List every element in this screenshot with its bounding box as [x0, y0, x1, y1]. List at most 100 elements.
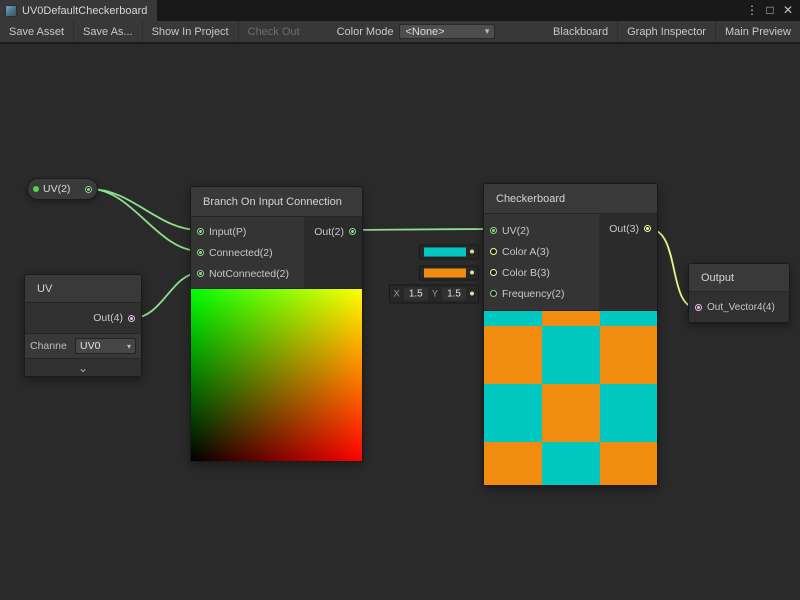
- port-checker-out3[interactable]: [644, 225, 651, 232]
- color-mode-dropdown[interactable]: <None> ▾: [399, 24, 495, 39]
- checker-cell: [484, 384, 542, 442]
- graph-canvas[interactable]: UV(2) UV Out(4) Channe UV0 ▾ ⌄ Branch On…: [0, 44, 800, 600]
- color-a-widget[interactable]: [419, 244, 479, 259]
- color-mode-value: <None>: [405, 26, 444, 38]
- checker-uv-label: UV(2): [502, 225, 529, 237]
- branch-outputs: Out(2): [304, 217, 362, 288]
- port-row-branch-out: Out(2): [304, 221, 362, 242]
- checkerboard-node-body: UV(2) Color A(3): [484, 214, 657, 310]
- chevron-down-icon: ▾: [485, 26, 490, 37]
- port-row-frequency: X 1.5 Y 1.5 Frequency(2): [484, 283, 599, 304]
- checker-out-label: Out(3): [609, 223, 639, 235]
- color-a-swatch[interactable]: [424, 247, 466, 256]
- check-out-button[interactable]: Check Out: [238, 21, 309, 42]
- checker-cell: [600, 326, 657, 384]
- uv-channel-dropdown[interactable]: UV0 ▾: [75, 338, 136, 354]
- checker-cell: [484, 326, 542, 384]
- uv-channel-label: Channe: [30, 340, 72, 352]
- port-color-b[interactable]: [490, 269, 497, 276]
- tab-uv0defaultcheckerboard[interactable]: UV0DefaultCheckerboard: [0, 0, 157, 21]
- node-branch-on-input-connection[interactable]: Branch On Input Connection Input(P) Conn…: [190, 186, 363, 462]
- output-node-title: Output: [689, 264, 789, 292]
- uv-out-row: Out(4): [25, 303, 141, 333]
- color-b-label: Color B(3): [502, 267, 550, 279]
- frequency-y-label: Y: [432, 288, 438, 299]
- collapse-preview-chevron[interactable]: ⌄: [25, 358, 141, 376]
- branch-inputs: Input(P) Connected(2) NotConnected(2): [191, 217, 304, 288]
- connected-label: Connected(2): [209, 247, 273, 259]
- port-row-checker-out: Out(3): [599, 218, 657, 239]
- out-vector4-label: Out_Vector4(4): [707, 302, 775, 313]
- widget-connector-dot-icon: [470, 292, 474, 296]
- color-b-swatch[interactable]: [424, 268, 466, 277]
- checker-cell: [600, 384, 657, 442]
- branch-node-body: Input(P) Connected(2) NotConnected(2) Ou…: [191, 217, 362, 288]
- node-checkerboard[interactable]: Checkerboard UV(2) Color A(3): [483, 183, 658, 486]
- node-uv-pill[interactable]: UV(2): [27, 178, 98, 200]
- port-row-color-b: Color B(3): [484, 262, 599, 283]
- frequency-x-label: X: [394, 288, 400, 299]
- port-row-notconnected: NotConnected(2): [191, 263, 304, 284]
- checkerboard-inputs: UV(2) Color A(3): [484, 214, 599, 310]
- port-color-a[interactable]: [490, 248, 497, 255]
- checker-cell: [542, 311, 600, 326]
- notconnected-label: NotConnected(2): [209, 268, 289, 280]
- color-a-label: Color A(3): [502, 246, 549, 258]
- show-in-project-button[interactable]: Show In Project: [142, 21, 238, 42]
- checker-cell: [600, 311, 657, 326]
- port-connected[interactable]: [197, 249, 204, 256]
- color-b-widget[interactable]: [419, 265, 479, 280]
- edge-uvpill-to-input[interactable]: [90, 189, 199, 230]
- widget-connector-dot-icon: [470, 250, 474, 254]
- port-out-vector4[interactable]: [695, 304, 702, 311]
- chevron-down-icon: ▾: [127, 342, 131, 351]
- maximize-icon[interactable]: □: [762, 0, 778, 21]
- edge-uvpill-to-connected[interactable]: [90, 189, 199, 251]
- checkerboard-preview: [484, 310, 657, 485]
- port-notconnected[interactable]: [197, 270, 204, 277]
- tab-bar-spacer: [157, 0, 744, 21]
- shader-graph-window: UV0DefaultCheckerboard ⋮ □ ✕ Save Asset …: [0, 0, 800, 600]
- tab-title: UV0DefaultCheckerboard: [22, 5, 147, 17]
- port-input-p[interactable]: [197, 228, 204, 235]
- graph-inspector-button[interactable]: Graph Inspector: [617, 21, 715, 42]
- main-preview-button[interactable]: Main Preview: [715, 21, 800, 42]
- uv-pill-label: UV(2): [43, 183, 81, 195]
- input-p-label: Input(P): [209, 226, 246, 238]
- uv-channel-row: Channe UV0 ▾: [25, 333, 141, 358]
- branch-out-label: Out(2): [314, 226, 344, 238]
- save-asset-button[interactable]: Save Asset: [0, 21, 73, 42]
- shader-graph-icon: [5, 5, 17, 17]
- uv-out-label: Out(4): [93, 312, 123, 324]
- tab-bar: UV0DefaultCheckerboard ⋮ □ ✕: [0, 0, 800, 21]
- save-as-button[interactable]: Save As...: [73, 21, 142, 42]
- edge-branch-to-checkerboard-uv[interactable]: [353, 229, 492, 230]
- frequency-x-field[interactable]: 1.5: [404, 287, 428, 300]
- widget-connector-dot-icon: [470, 271, 474, 275]
- port-frequency[interactable]: [490, 290, 497, 297]
- branch-node-title: Branch On Input Connection: [191, 187, 362, 217]
- checker-cell: [542, 442, 600, 485]
- port-row-connected: Connected(2): [191, 242, 304, 263]
- port-row-input-p: Input(P): [191, 221, 304, 242]
- frequency-y-field[interactable]: 1.5: [442, 287, 466, 300]
- preview-indicator-dot-icon: [33, 186, 39, 192]
- kebab-menu-icon[interactable]: ⋮: [744, 0, 760, 21]
- port-branch-out2[interactable]: [349, 228, 356, 235]
- checker-cell: [542, 384, 600, 442]
- port-uv-pill-out[interactable]: [85, 186, 92, 193]
- window-controls: ⋮ □ ✕: [744, 0, 800, 21]
- checker-cell: [600, 442, 657, 485]
- node-uv[interactable]: UV Out(4) Channe UV0 ▾ ⌄: [24, 274, 142, 377]
- blackboard-button[interactable]: Blackboard: [544, 21, 617, 42]
- checker-cell: [484, 442, 542, 485]
- uv-node-title: UV: [25, 275, 141, 303]
- node-output[interactable]: Output Out_Vector4(4): [688, 263, 790, 323]
- checkerboard-outputs: Out(3): [599, 214, 657, 310]
- close-icon[interactable]: ✕: [780, 0, 796, 21]
- checkerboard-node-title: Checkerboard: [484, 184, 657, 214]
- port-uv-out4[interactable]: [128, 315, 135, 322]
- uv-channel-value: UV0: [80, 340, 100, 352]
- checker-cell: [484, 311, 542, 326]
- port-checker-uv[interactable]: [490, 227, 497, 234]
